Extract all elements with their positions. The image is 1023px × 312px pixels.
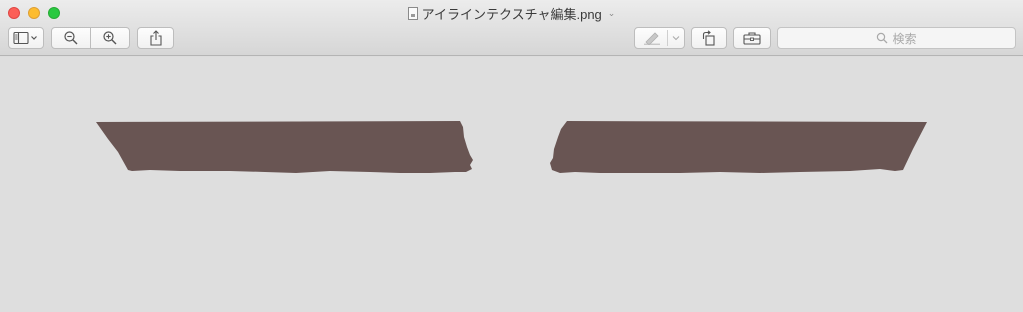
chevron-down-icon[interactable] (671, 34, 681, 42)
document-icon (407, 6, 418, 20)
zoom-in-button[interactable] (90, 27, 130, 49)
title-toolbar: アイラインテクスチャ編集.png ⌄ 検索 (0, 0, 1023, 56)
chevron-down-icon: ⌄ (607, 7, 616, 18)
sidebar-toggle-button[interactable] (8, 27, 44, 49)
search-field[interactable]: 検索 (777, 27, 1016, 49)
eyeline-texture-image (96, 102, 927, 173)
window-title-bar[interactable]: アイラインテクスチャ編集.png ⌄ (0, 4, 1023, 22)
share-icon (149, 30, 162, 46)
sidebar-icon (13, 31, 37, 45)
preview-window: アイラインテクスチャ編集.png ⌄ 検索 (0, 0, 1023, 312)
markup-divider (667, 30, 668, 46)
rotate-button[interactable] (691, 27, 727, 49)
share-button[interactable] (137, 27, 174, 49)
right-eyeline-shape (550, 121, 927, 173)
toolbox-button[interactable] (733, 27, 771, 49)
left-eyeline-shape (96, 121, 473, 173)
pen-icon (644, 32, 660, 45)
zoom-out-button[interactable] (51, 27, 91, 49)
window-title: アイラインテクスチャ編集.png (421, 6, 602, 22)
toolbox-icon (743, 32, 761, 45)
search-placeholder: 検索 (892, 31, 917, 46)
zoom-in-icon (103, 31, 117, 45)
rotate-left-icon (702, 30, 715, 46)
search-icon (877, 32, 888, 44)
markup-button[interactable] (634, 27, 685, 49)
zoom-out-icon (64, 31, 78, 45)
image-canvas[interactable] (0, 57, 1023, 312)
